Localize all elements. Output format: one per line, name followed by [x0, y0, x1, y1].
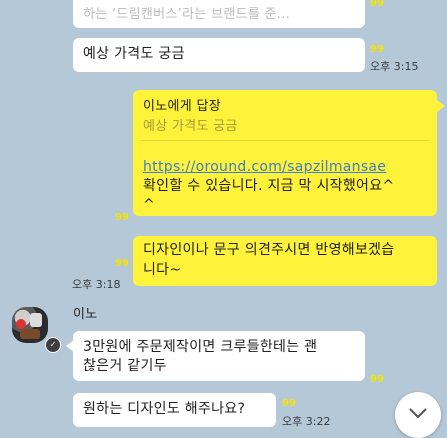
timestamp: 오후 3:18	[72, 278, 121, 291]
badge-icon: ✓	[45, 337, 61, 353]
message-text: 찮은거 같기두	[83, 358, 167, 374]
scroll-to-bottom-button[interactable]	[395, 392, 441, 438]
timestamp: 오후 3:22	[282, 415, 331, 428]
message-bubble-design[interactable]: 디자인이나 문구 의견주시면 반영해보겠습 니다~	[133, 236, 437, 286]
message-text: 확인할 수 있습니다. 지금 막 시작했어요^	[143, 178, 395, 194]
message-text: 예상 가격도 궁금	[83, 46, 185, 62]
reply-title: 이노에게 답장	[143, 99, 221, 114]
unread-count: 99	[115, 212, 129, 223]
message-text: 니다~	[143, 262, 182, 278]
message-bubble-order[interactable]: 3만원에 주문제작이면 크루들한테는 괜 찮은거 같기두	[73, 331, 365, 381]
message-bubble-partial: 하는 ‘드림캔버스’라는 브랜드를 준...	[73, 0, 365, 28]
reply-quoted-text: 예상 가격도 궁금	[143, 119, 238, 134]
reply-bubble[interactable]: 이노에게 답장 예상 가격도 궁금 https://oround.com/sap…	[133, 90, 437, 216]
unread-count: 99	[115, 258, 129, 269]
message-text: 하는 ‘드림캔버스’라는 브랜드를 준...	[83, 7, 291, 22]
unread-count: 99	[370, 0, 384, 9]
unread-count: 99	[370, 374, 384, 385]
reply-divider	[141, 140, 429, 141]
sender-name: 이노	[73, 307, 98, 322]
unread-count: 99	[282, 398, 296, 409]
unread-count: 99	[370, 44, 384, 55]
shared-link[interactable]: https://oround.com/sapzilmansae	[143, 158, 386, 176]
message-bubble-want[interactable]: 원하는 디자인도 해주나요?	[73, 393, 276, 427]
bubble-tail	[437, 100, 445, 112]
timestamp: 오후 3:15	[370, 60, 419, 73]
message-text: 3만원에 주문제작이면 크루들한테는 괜	[83, 339, 318, 355]
message-text: 디자인이나 문구 의견주시면 반영해보겠습	[143, 242, 395, 258]
message-text: ^	[143, 197, 156, 213]
message-text: 원하는 디자인도 해주나요?	[83, 401, 246, 417]
avatar[interactable]	[12, 307, 48, 343]
message-bubble-price[interactable]: 예상 가격도 궁금	[73, 38, 365, 72]
